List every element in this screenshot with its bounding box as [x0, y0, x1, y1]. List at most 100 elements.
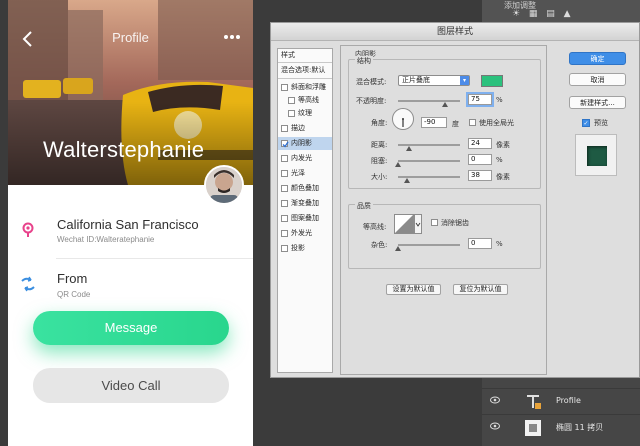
style-list: 样式 混合选项:默认 斜面和浮雕 等高线 纹理 描边 内阴影 内发光 光泽 颜色… — [277, 48, 333, 373]
avatar-image — [206, 167, 242, 203]
chevron-down-icon: ▾ — [460, 76, 469, 85]
distance-unit: 像素 — [496, 141, 510, 149]
check-icon — [282, 141, 289, 148]
antialias-label: 消除锯齿 — [441, 219, 469, 227]
checkbox[interactable] — [281, 155, 288, 162]
user-name: Walterstephanie — [43, 137, 205, 162]
checkbox[interactable] — [281, 84, 288, 91]
noise-unit: % — [496, 240, 503, 248]
checkbox[interactable] — [281, 170, 288, 177]
style-item-contour[interactable]: 等高线 — [278, 94, 332, 107]
avatar[interactable] — [204, 165, 244, 205]
distance-input[interactable]: 24 — [468, 138, 492, 149]
adjustment-icons[interactable]: ☀ ▦ ▤ ▲ — [512, 9, 574, 19]
style-item-bevel[interactable]: 斜面和浮雕 — [278, 81, 332, 94]
style-item-texture[interactable]: 纹理 — [278, 107, 332, 120]
opacity-unit: % — [496, 96, 503, 104]
style-item-satin[interactable]: 光泽 — [278, 167, 332, 180]
size-label: 大小: — [371, 173, 388, 181]
checkbox[interactable] — [281, 245, 288, 252]
opacity-input[interactable]: 75 — [466, 92, 494, 107]
checkbox[interactable] — [281, 200, 288, 207]
more-button[interactable] — [223, 32, 241, 42]
size-input[interactable]: 38 — [468, 170, 492, 181]
opacity-slider[interactable] — [398, 100, 460, 102]
qr-code-icon — [21, 276, 35, 292]
checkbox[interactable] — [281, 185, 288, 192]
inner-shadow-options: 内阴影 结构 混合模式: 正片叠底 ▾ 不透明度: 75 % 角度: -90 度 … — [340, 45, 547, 375]
new-style-button[interactable]: 新建样式... — [569, 96, 626, 109]
blend-mode-label: 混合模式: — [356, 78, 387, 86]
eye-icon[interactable] — [490, 422, 500, 430]
layer-row[interactable]: 椭圆 11 拷贝 — [482, 414, 640, 440]
checkbox[interactable] — [288, 110, 295, 117]
opacity-slider-thumb[interactable] — [441, 102, 448, 107]
distance-label: 距离: — [371, 141, 388, 149]
blend-mode-select[interactable]: 正片叠底 ▾ — [398, 75, 470, 86]
chevron-down-icon[interactable] — [414, 214, 422, 234]
set-default-button[interactable]: 设置为默认值 — [386, 284, 441, 295]
hero-photo: Profile Walterstephanie — [8, 0, 253, 185]
style-item-pattern-overlay[interactable]: 图案叠加 — [278, 212, 332, 225]
eye-icon[interactable] — [490, 396, 500, 404]
dialog-title: 图层样式 — [271, 23, 639, 41]
location-text: California San Francisco — [57, 217, 199, 232]
style-item-inner-shadow[interactable]: 内阴影 — [278, 137, 332, 150]
distance-slider-thumb[interactable] — [405, 146, 412, 151]
style-item-outer-glow[interactable]: 外发光 — [278, 227, 332, 240]
angle-unit: 度 — [452, 120, 459, 128]
style-item-inner-glow[interactable]: 内发光 — [278, 152, 332, 165]
layer-style-dialog: 图层样式 样式 混合选项:默认 斜面和浮雕 等高线 纹理 描边 内阴影 内发光 … — [270, 22, 640, 378]
noise-label: 杂色: — [371, 241, 388, 249]
shadow-color-swatch[interactable] — [481, 75, 503, 87]
layers-panel: Profile 椭圆 11 拷贝 — [482, 378, 640, 446]
choke-slider-thumb[interactable] — [395, 162, 401, 167]
angle-input[interactable]: -90 — [421, 117, 447, 128]
checkbox[interactable] — [281, 125, 288, 132]
style-list-header[interactable]: 样式 — [278, 49, 332, 62]
from-sub: QR Code — [57, 290, 91, 299]
more-icon — [224, 35, 240, 39]
size-slider-thumb[interactable] — [404, 178, 411, 183]
global-light-checkbox[interactable] — [469, 119, 476, 126]
message-button[interactable]: Message — [33, 311, 229, 345]
location-icon — [22, 222, 34, 237]
checkbox[interactable] — [288, 97, 295, 104]
noise-slider-thumb[interactable] — [395, 246, 401, 251]
reset-default-button[interactable]: 复位为默认值 — [453, 284, 508, 295]
checkbox-checked[interactable] — [281, 140, 289, 148]
noise-input[interactable]: 0 — [468, 238, 492, 249]
opacity-label: 不透明度: — [356, 97, 387, 105]
from-label: From — [57, 271, 88, 286]
quality-group — [348, 204, 541, 269]
contour-label: 等高线: — [363, 223, 387, 231]
style-item-gradient-overlay[interactable]: 渐变叠加 — [278, 197, 332, 210]
layer-row[interactable]: Profile — [482, 388, 640, 414]
ok-button[interactable]: 确定 — [569, 52, 626, 65]
layer-name: Profile — [556, 396, 581, 405]
style-item-drop-shadow[interactable]: 投影 — [278, 242, 332, 255]
style-item-color-overlay[interactable]: 颜色叠加 — [278, 182, 332, 195]
style-item-stroke[interactable]: 描边 — [278, 122, 332, 135]
choke-slider[interactable] — [398, 160, 460, 162]
choke-unit: % — [496, 156, 503, 164]
video-call-button[interactable]: Video Call — [33, 368, 229, 403]
contour-picker-icon[interactable] — [394, 214, 414, 234]
preview-label: 预览 — [594, 119, 608, 127]
preview-checkbox[interactable]: ✓ — [582, 119, 590, 127]
choke-input[interactable]: 0 — [468, 154, 492, 165]
checkbox[interactable] — [281, 230, 288, 237]
antialias-checkbox[interactable] — [431, 219, 438, 226]
angle-dial-icon[interactable] — [391, 107, 415, 131]
choke-label: 阻塞: — [371, 157, 388, 165]
shape-layer-thumbnail — [525, 420, 541, 436]
size-unit: 像素 — [496, 173, 510, 181]
adjustments-panel: 添加调整 ☀ ▦ ▤ ▲ — [482, 0, 640, 22]
cancel-button[interactable]: 取消 — [569, 73, 626, 86]
divider — [56, 258, 253, 259]
quality-title: 品质 — [355, 201, 373, 211]
blend-options-item[interactable]: 混合选项:默认 — [278, 64, 332, 77]
checkbox[interactable] — [281, 215, 288, 222]
structure-title: 结构 — [355, 56, 373, 66]
noise-slider[interactable] — [398, 244, 460, 246]
